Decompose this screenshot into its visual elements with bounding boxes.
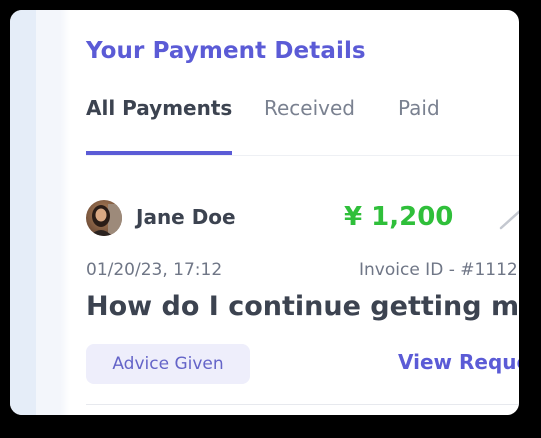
- status-badge: Advice Given: [86, 344, 250, 384]
- arrow-icon[interactable]: [499, 206, 519, 234]
- payment-amount: ¥ 1,200: [344, 202, 454, 232]
- payment-tabs: All Payments Received Paid: [86, 96, 519, 156]
- tab-all-payments[interactable]: All Payments: [86, 96, 232, 120]
- page-title: Your Payment Details: [86, 38, 366, 64]
- invoice-id: Invoice ID - #11123: [359, 260, 519, 280]
- payment-details-card: Your Payment Details All Payments Receiv…: [10, 10, 519, 415]
- side-panel-edge: [10, 10, 70, 415]
- tabs-divider: [86, 155, 519, 156]
- user-photo-icon: [86, 200, 122, 236]
- payment-question: How do I continue getting mor...: [86, 291, 519, 322]
- view-request-link[interactable]: View Reque: [398, 350, 519, 374]
- row-divider: [86, 404, 519, 405]
- avatar: [86, 200, 122, 236]
- payment-content: Your Payment Details All Payments Receiv…: [86, 10, 519, 415]
- tab-paid[interactable]: Paid: [398, 96, 440, 120]
- tab-received[interactable]: Received: [264, 96, 355, 120]
- payment-datetime: 01/20/23, 17:12: [86, 260, 223, 280]
- payer-name: Jane Doe: [136, 205, 236, 229]
